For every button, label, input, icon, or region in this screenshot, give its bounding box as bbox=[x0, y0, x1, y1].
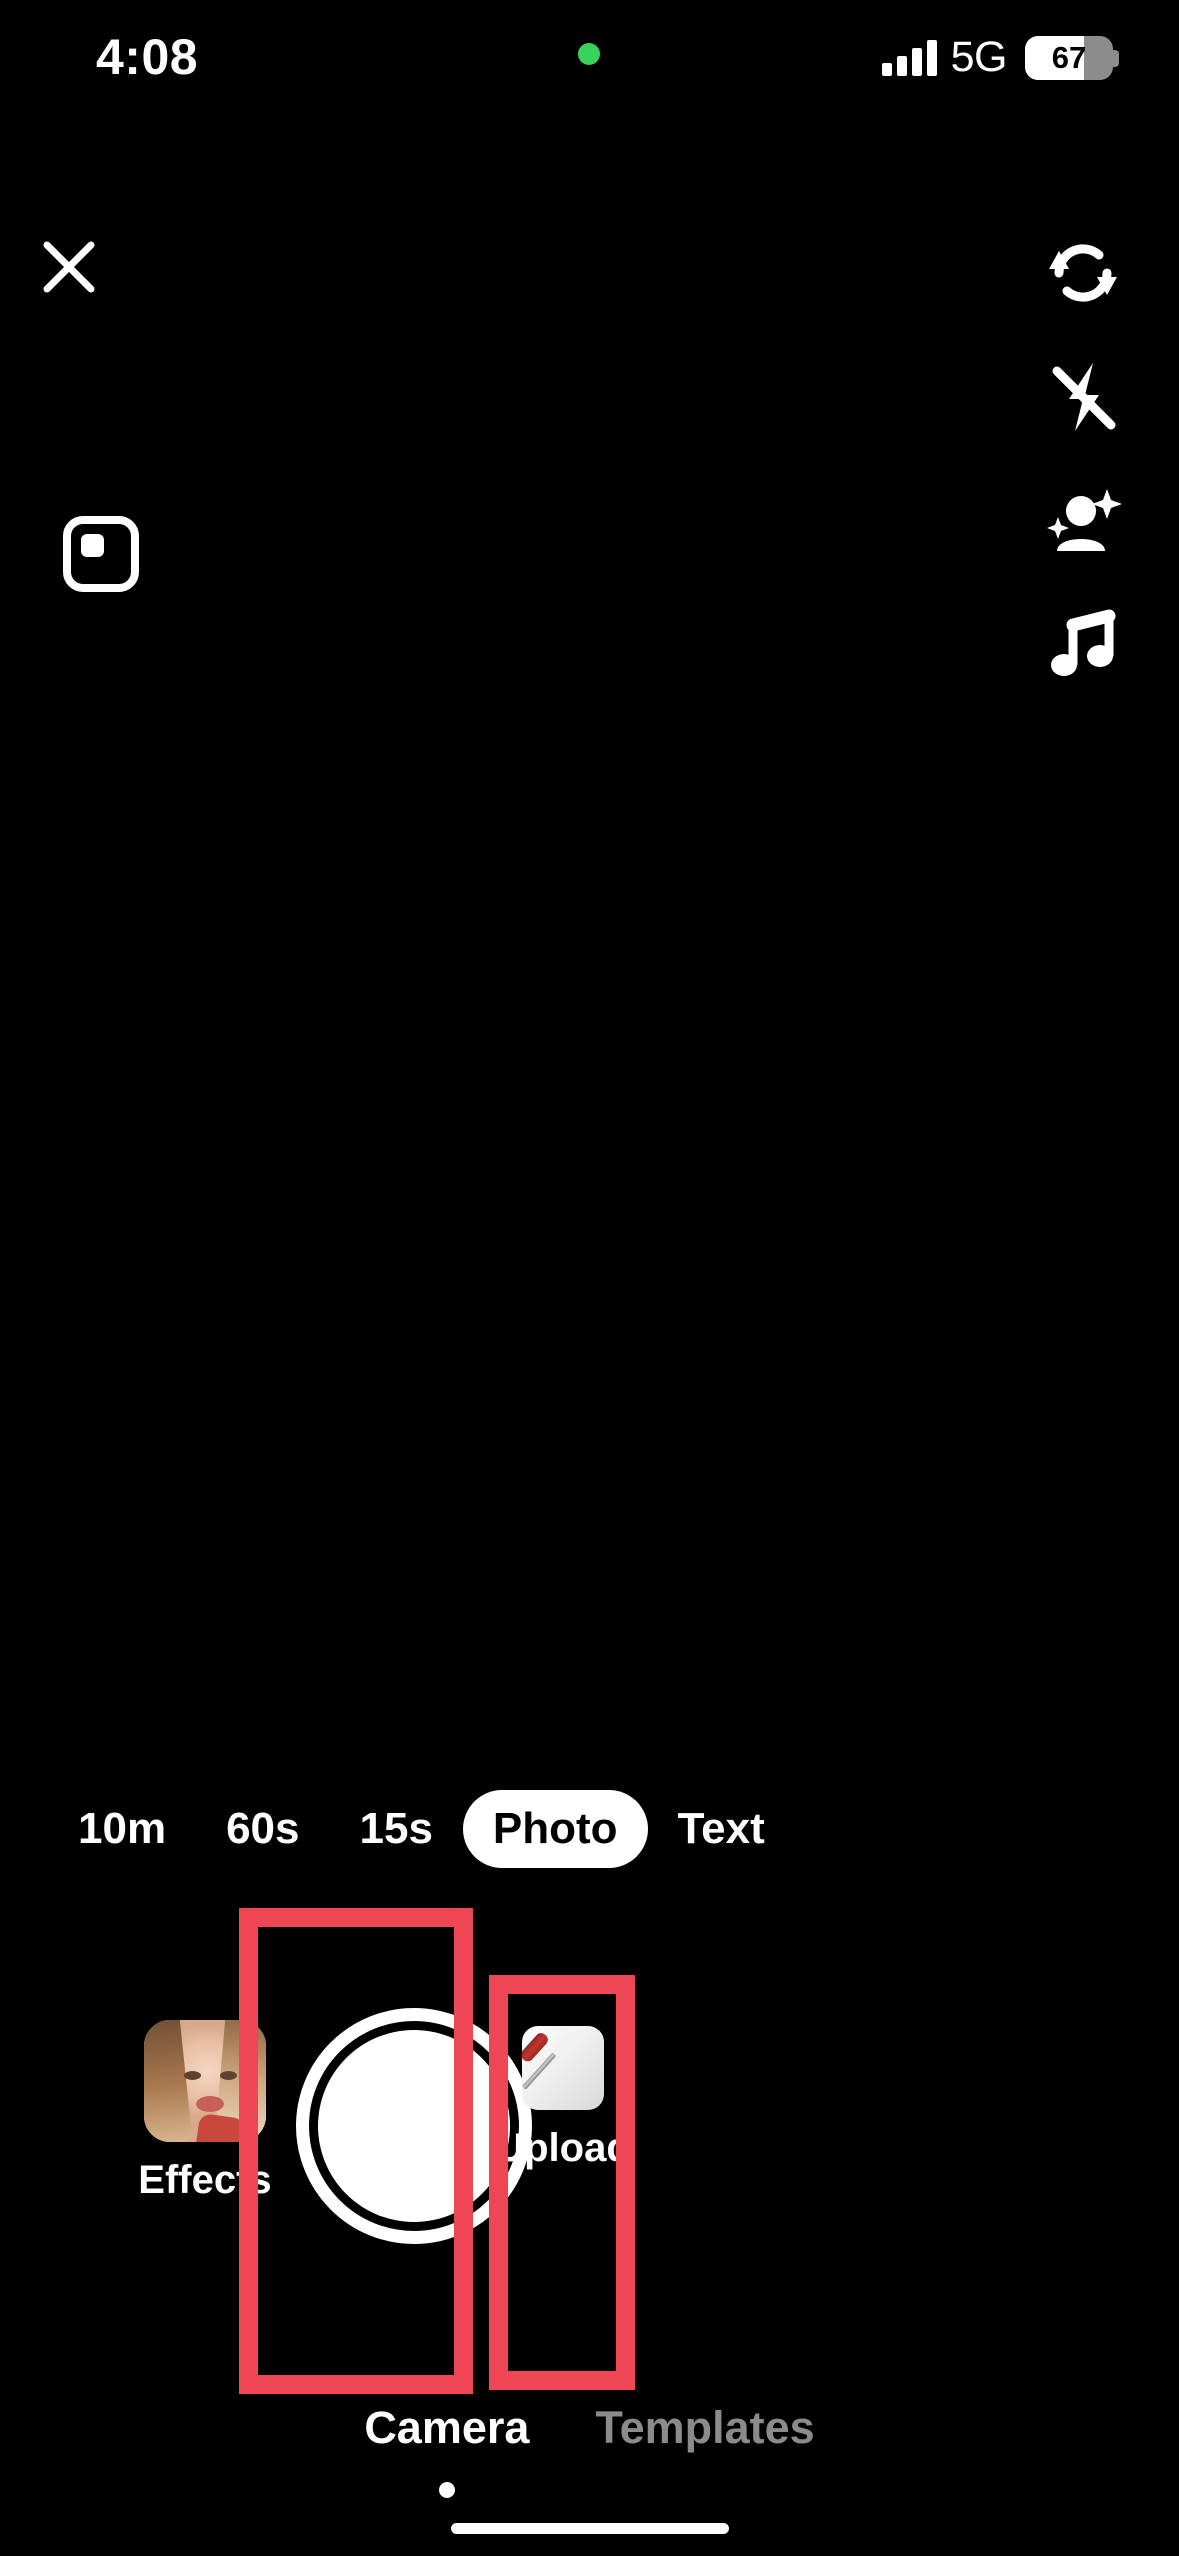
upload-label: Upload bbox=[495, 2126, 631, 2170]
screwdriver-photo-thumbnail bbox=[522, 2026, 604, 2110]
picture-in-picture-icon bbox=[63, 516, 139, 592]
tab-camera-label: Camera bbox=[364, 2402, 530, 2453]
mode-option-15s[interactable]: 15s bbox=[330, 1790, 463, 1868]
tab-camera[interactable]: Camera bbox=[364, 2402, 530, 2498]
status-right-cluster: 5G 67 bbox=[881, 33, 1119, 82]
flash-button[interactable] bbox=[1035, 349, 1131, 445]
upload-button[interactable]: Upload bbox=[495, 2026, 631, 2171]
mode-option-text[interactable]: Text bbox=[648, 1790, 795, 1868]
tab-templates-label: Templates bbox=[595, 2402, 815, 2453]
camera-preview[interactable] bbox=[0, 115, 1179, 1755]
battery-percent-label: 67 bbox=[1051, 39, 1087, 75]
aspect-ratio-button[interactable] bbox=[62, 515, 140, 593]
close-button[interactable] bbox=[35, 233, 103, 301]
face-effect-thumbnail bbox=[144, 2020, 266, 2142]
mode-option-photo[interactable]: Photo bbox=[462, 1790, 648, 1868]
flip-camera-icon bbox=[1049, 244, 1117, 302]
capture-controls: Effects Upload bbox=[0, 1900, 1179, 2420]
bottom-tab-bar: Camera Templates bbox=[0, 2402, 1179, 2498]
enhance-button[interactable] bbox=[1035, 473, 1131, 569]
capture-mode-selector[interactable]: 10m 60s 15s Photo Text bbox=[0, 1790, 1179, 1868]
flash-off-icon bbox=[1052, 363, 1116, 431]
cellular-signal-icon bbox=[881, 39, 937, 76]
active-tab-indicator-dot bbox=[438, 2482, 455, 2498]
sounds-button[interactable] bbox=[1035, 597, 1131, 693]
close-icon bbox=[43, 241, 95, 293]
status-bar: 4:08 5G 67 bbox=[0, 0, 1179, 115]
effects-button[interactable]: Effects bbox=[120, 2020, 290, 2203]
flip-camera-button[interactable] bbox=[1035, 225, 1131, 321]
tab-templates[interactable]: Templates bbox=[595, 2402, 814, 2460]
shutter-button[interactable] bbox=[296, 2008, 532, 2244]
recording-indicator-dot bbox=[578, 43, 600, 65]
beauty-enhance-icon bbox=[1047, 489, 1122, 551]
battery-icon: 67 bbox=[1025, 35, 1119, 80]
status-time: 4:08 bbox=[96, 29, 199, 85]
music-note-icon bbox=[1051, 609, 1116, 676]
camera-tool-rail bbox=[1035, 225, 1131, 693]
mode-option-10m[interactable]: 10m bbox=[48, 1790, 196, 1868]
network-type-label: 5G bbox=[950, 33, 1008, 81]
home-indicator[interactable] bbox=[450, 2523, 729, 2534]
mode-option-60s[interactable]: 60s bbox=[196, 1790, 329, 1868]
effects-label: Effects bbox=[138, 2158, 272, 2202]
shutter-inner-circle bbox=[318, 2030, 510, 2222]
